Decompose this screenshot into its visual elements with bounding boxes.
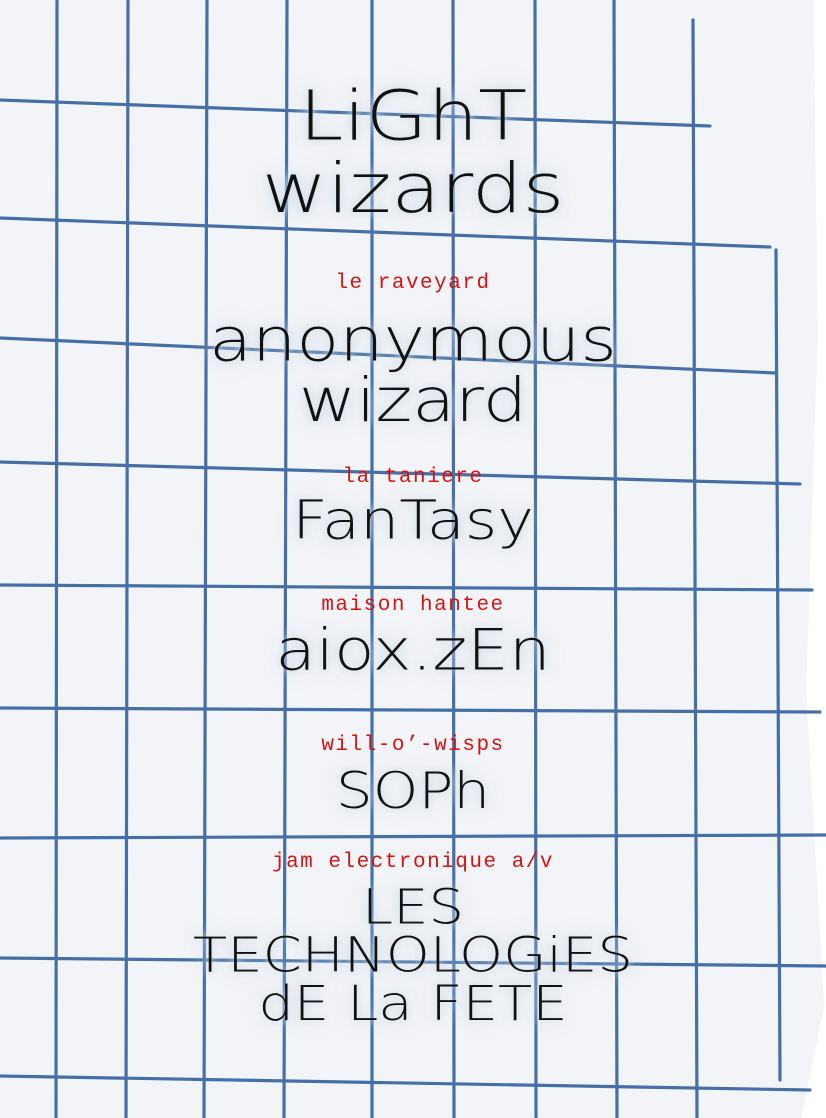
act-1-line-1: anonymous xyxy=(209,304,617,376)
act-name-3: aiox.zEn xyxy=(0,622,826,679)
act-name-4: SOPh xyxy=(0,766,826,816)
act-4-line-1: SOPh xyxy=(335,761,491,821)
act-name-2: FanTasy xyxy=(0,494,826,547)
act-5-line-1: LES xyxy=(361,879,465,936)
act-5-line-2: TECHNOLOGiES xyxy=(193,927,633,984)
act-2-line-1: FanTasy xyxy=(292,488,534,552)
venue-label-4: will-o’-wisps xyxy=(321,734,505,757)
headliner-name: LiGhT wizards xyxy=(0,82,826,223)
poster-lineup: LiGhT wizards le raveyard anonymous wiza… xyxy=(0,0,826,1118)
act-3-line-1: aiox.zEn xyxy=(275,616,551,684)
venue-label-1: le raveyard xyxy=(335,272,491,295)
act-name-5: LES TECHNOLOGiES dE La FETE xyxy=(0,884,826,1028)
headliner-line-2: wizards xyxy=(261,148,565,229)
act-name-1: anonymous wizard xyxy=(0,310,826,430)
venue-label-3: maison hantee xyxy=(321,594,505,617)
act-1-line-2: wizard xyxy=(298,365,528,436)
headliner-line-1: LiGhT xyxy=(298,75,528,156)
venue-label-5: jam electronique a/v xyxy=(271,851,555,874)
act-5-line-3: dE La FETE xyxy=(258,976,568,1032)
venue-label-2: la taniere xyxy=(342,466,484,489)
